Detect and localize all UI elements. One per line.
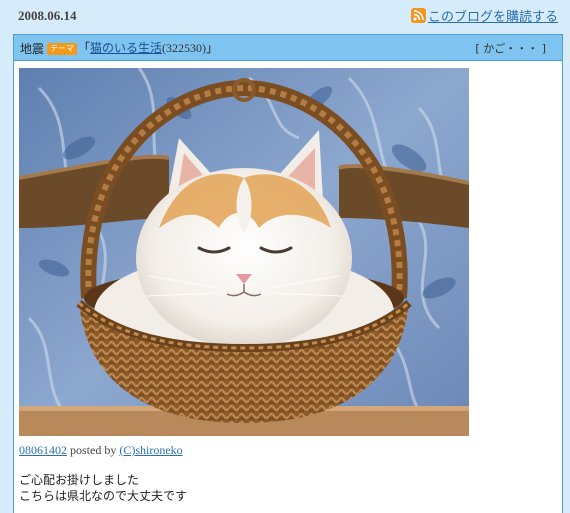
title-close-bracket: 」 bbox=[206, 41, 219, 55]
subscribe-link[interactable]: このブログを購読する bbox=[410, 6, 558, 25]
entry-header: 地震 テーマ 「猫のいる生活(322530)」 [ かご・・・ ] bbox=[14, 35, 562, 61]
theme-count: (322530) bbox=[162, 41, 207, 55]
entry-date: 2008.06.14 bbox=[18, 8, 77, 23]
subscribe-label[interactable]: このブログを購読する bbox=[428, 6, 558, 25]
entry-category: 地震 bbox=[20, 42, 45, 56]
title-open-bracket: 「 bbox=[78, 41, 91, 55]
author-link[interactable]: (C)shironeko bbox=[119, 443, 182, 457]
body-line: こちらは県北なので大丈夫です bbox=[19, 489, 188, 503]
entry-date-bar: 2008.06.14 このブログを購読する bbox=[0, 0, 570, 34]
entry-body: ご心配お掛けしました こちらは県北なので大丈夫です bbox=[19, 472, 187, 504]
entry-title: 「猫のいる生活(322530)」 bbox=[78, 39, 218, 56]
theme-badge: テーマ bbox=[47, 43, 77, 55]
entry-meta: 08061402 posted by (C)shironeko bbox=[19, 443, 183, 458]
body-line: ご心配お掛けしました bbox=[19, 473, 140, 487]
blog-entry: 地震 テーマ 「猫のいる生活(322530)」 [ かご・・・ ] 080614… bbox=[13, 34, 563, 513]
posted-by-label: posted by bbox=[70, 443, 117, 457]
rss-feed-icon[interactable] bbox=[410, 8, 426, 23]
entry-tag: [ かご・・・ ] bbox=[475, 42, 546, 55]
theme-title-link[interactable]: 猫のいる生活 bbox=[90, 41, 162, 55]
photo-id-link[interactable]: 08061402 bbox=[19, 443, 67, 457]
cat-in-basket-photo[interactable] bbox=[19, 68, 469, 436]
